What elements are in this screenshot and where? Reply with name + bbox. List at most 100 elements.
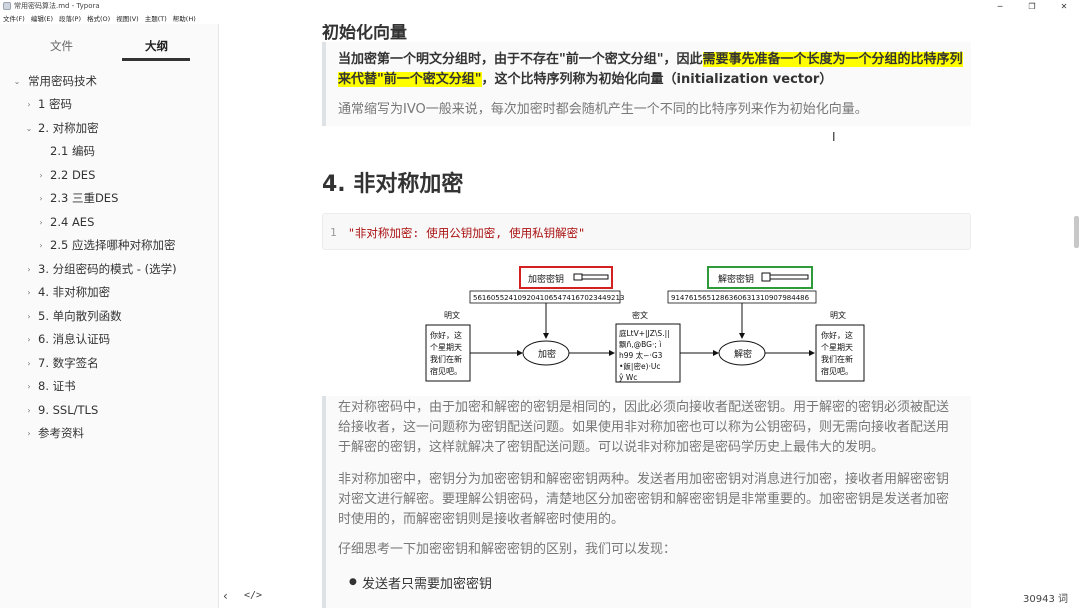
code-line-number: 1 [330,226,337,239]
outline-item[interactable]: › 7. 数字签名 [27,353,99,373]
dec-key-value: 9147615651286360631310907984486 [671,294,810,302]
chevron-right-icon[interactable]: › [36,218,46,227]
chevron-right-icon[interactable]: › [24,382,34,391]
chevron-right-icon[interactable]: › [36,194,46,203]
outline-item[interactable]: › 6. 消息认证码 [27,329,111,349]
key-icon [573,273,609,281]
chevron-right-icon[interactable]: › [24,429,34,438]
chevron-right-icon[interactable]: › [24,312,34,321]
plaintext-label: 明文 [444,310,460,320]
typora-window: 常用密码算法.md - Typora ─ ❐ ✕ 文件(F) 编辑(E) 段落(… [0,0,1080,608]
outline-item[interactable]: › 2.2 DES [39,165,96,185]
menu-help[interactable]: 帮助(H) [173,13,196,23]
outline-item-label: 2. 对称加密 [38,121,99,135]
outline-item[interactable]: › 5. 单向散列函数 [27,306,121,326]
chevron-right-icon[interactable]: › [24,359,34,368]
chevron-right-icon[interactable]: › [36,171,46,180]
menu-view[interactable]: 视图(V) [116,13,139,23]
outline-item[interactable]: 2.1 编码 [50,141,95,161]
iv-paragraph: 当加密第一个明文分组时，由于不存在"前一个密文分组"，因此需要事先准备一个长度为… [338,50,968,90]
close-button[interactable]: ✕ [1048,0,1080,12]
outline-item[interactable]: › 4. 非对称加密 [27,282,111,302]
heading-asymmetric-encryption: 4. 非对称加密 [322,172,464,197]
menu-file[interactable]: 文件(F) [3,13,25,23]
outline-item[interactable]: ⌄ 常用密码技术 [14,71,97,91]
vertical-scrollbar[interactable] [1074,216,1079,248]
chevron-right-icon[interactable]: › [24,265,34,274]
status-bar: ‹ </> 30943 词 [0,584,1080,608]
outline-item-label: 2.2 DES [50,168,96,182]
plaintext-line: 个星期天 [430,343,462,352]
minimize-button[interactable]: ─ [984,0,1016,12]
chevron-down-icon[interactable]: ⌄ [24,124,34,133]
tab-files[interactable]: 文件 [50,38,73,54]
word-count[interactable]: 30943 词 [1023,590,1068,605]
menu-theme[interactable]: 主题(T) [145,13,167,23]
cipher-line: ŷ Wc [619,373,637,382]
para-line: 于解密的密钥，这样就解决了密钥配送问题。可以说非对称加密是密码学历史上最伟大的发… [338,440,885,455]
outline-item-label: 参考资料 [38,426,84,440]
blockquote-iv[interactable]: 当加密第一个明文分组时，由于不存在"前一个密文分组"，因此需要事先准备一个长度为… [322,42,971,126]
editor-area[interactable]: 初始化向量 当加密第一个明文分组时，由于不存在"前一个密文分组"，因此需要事先准… [220,24,1080,608]
chevron-right-icon[interactable]: › [24,288,34,297]
chevron-down-icon[interactable]: ⌄ [12,77,22,86]
chevron-right-icon[interactable]: › [24,406,34,415]
plaintext-label-out: 明文 [830,310,846,320]
toggle-sidebar-icon[interactable]: ‹ [223,589,228,603]
outline-item-label: 9. SSL/TLS [38,403,99,417]
para-line: 时使用的，而解密密钥则是接收者解密时使用的。 [338,512,625,527]
outline-item[interactable]: › 2.4 AES [39,212,95,232]
chevron-right-icon[interactable]: › [36,241,46,250]
outline-item[interactable]: › 参考资料 [27,423,84,443]
enc-key-label: 加密密钥 [528,273,564,285]
menu-paragraph[interactable]: 段落(P) [59,13,81,23]
outline-item-label: 1 密码 [38,97,72,111]
outline-item[interactable]: › 2.3 三重DES [39,188,119,208]
outline-item-label: 6. 消息认证码 [38,332,111,346]
outline-item-label: 2.1 编码 [50,144,95,158]
outline-item-label: 7. 数字签名 [38,356,99,370]
outline-item[interactable]: › 8. 证书 [27,376,76,396]
para-line: 非对称加密中，密钥分为加密密钥和解密密钥两种。发送者用加密密钥对消息进行加密，接… [338,472,950,487]
iv-highlight-1: 需要事先准备一个长度为一个分组的比特序 [702,52,950,67]
plaintext-line: 你好，这 [430,330,462,340]
plaintext-out-line: 个星期天 [821,343,853,352]
outline-item-label: 2.4 AES [50,215,95,229]
outline-item[interactable]: › 3. 分组密码的模式 - (选学) [27,259,176,279]
plaintext-out-line: 你好，这 [821,330,853,340]
chevron-right-icon[interactable]: › [24,335,34,344]
para-line: 给接收者，这一问题称为密钥配送问题。如果使用非对称加密也可以称为公钥密码，则无需… [338,420,950,435]
outline-item-label: 2.5 应选择哪种对称加密 [50,238,176,252]
chevron-right-icon[interactable]: › [24,100,34,109]
menu-bar: 文件(F) 编辑(E) 段落(P) 格式(O) 视图(V) 主题(T) 帮助(H… [0,12,1080,24]
cipher-line: 飘ñ,@BG·; ì [619,340,661,349]
source-mode-icon[interactable]: </> [244,590,262,601]
outline-item-label: 2.3 三重DES [50,191,119,205]
sidebar-tabs: 文件 大纲 [0,24,218,64]
para-line: 仔细思考一下加密密钥和解密密钥的区别，我们可以发现： [338,542,677,557]
outline-item-label: 8. 证书 [38,379,76,393]
code-string: "非对称加密: 使用公钥加密, 使用私钥解密" [348,226,586,240]
active-tab-indicator [122,58,190,61]
outline-item[interactable]: › 9. SSL/TLS [27,400,99,420]
window-controls: ─ ❐ ✕ [984,0,1080,12]
plaintext-line: 我们在新 [430,354,462,364]
ciphertext-label: 密文 [632,310,648,320]
tab-outline[interactable]: 大纲 [145,38,168,54]
outline-item[interactable]: › 1 密码 [27,94,72,114]
encrypt-label: 加密 [538,348,556,360]
asymmetric-encryption-diagram: 加密密钥 5616055241092041065474167023449213 … [425,266,865,383]
cipher-line: h99 太∽·G3 [619,350,663,360]
menu-edit[interactable]: 编辑(E) [31,13,53,23]
decrypt-label: 解密 [734,348,752,360]
restore-button[interactable]: ❐ [1016,0,1048,12]
outline-item-label: 常用密码技术 [28,74,97,88]
para-line: 在对称密码中，由于加密和解密的密钥是相同的，因此必须向接收者配送密钥。用于解密的… [338,400,950,415]
outline-item-label: 4. 非对称加密 [38,285,111,299]
text-cursor-icon: I [832,130,836,144]
partial-heading: 初始化向量 [322,24,407,43]
outline-item[interactable]: › 2.5 应选择哪种对称加密 [39,235,176,255]
code-block[interactable]: 1 "非对称加密: 使用公钥加密, 使用私钥解密" [322,213,971,250]
menu-format[interactable]: 格式(O) [87,13,110,23]
outline-item[interactable]: ⌄ 2. 对称加密 [26,118,99,138]
